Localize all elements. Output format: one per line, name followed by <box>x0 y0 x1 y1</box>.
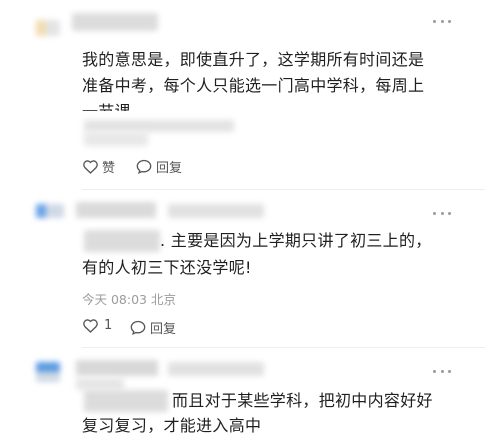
heart-icon <box>83 319 98 333</box>
comment-text: 而且对于某些学科，把初中内容好好 <box>172 388 433 414</box>
badge-redacted <box>168 204 264 218</box>
comment-text: 我的意思是，即使直升了，这学期所有时间还是 准备中考，每个人只能选一门高中学科，… <box>82 47 424 111</box>
divider <box>82 347 485 348</box>
reply-label: 回复 <box>156 161 183 176</box>
comment-icon <box>130 320 146 335</box>
comment-text: . 主要是因为上学期只讲了初三上的， <box>160 228 432 254</box>
like-label: 赞 <box>102 161 116 176</box>
comment-text-line: 复习复习，才能进入高中 <box>82 416 262 435</box>
username-redacted[interactable] <box>76 202 156 218</box>
avatar[interactable] <box>36 362 60 382</box>
like-button[interactable]: 赞 <box>82 157 115 176</box>
mention-redacted <box>84 230 160 252</box>
reply-button[interactable]: 回复 <box>136 157 182 176</box>
comment-icon <box>136 159 152 174</box>
username-redacted[interactable] <box>72 13 158 31</box>
meta-redacted <box>76 378 124 390</box>
comment-text-line: . 主要是因为上学期只讲了初三上的， <box>160 231 432 250</box>
comment-text-line: 我的意思是，即使直升了，这学期所有时间还是 <box>82 50 425 69</box>
reply-label: 回复 <box>150 322 177 337</box>
comment-text-line-2: 复习复习，才能进入高中 <box>82 413 261 439</box>
reply-button[interactable]: 回复 <box>130 318 176 337</box>
comment-text-line: 有的人初三下还没学呢! <box>82 258 252 277</box>
more-icon[interactable] <box>433 18 451 24</box>
divider <box>82 189 485 190</box>
comment-meta: 今天 08:03 北京 <box>82 292 176 307</box>
comment-text-line: 而且对于某些学科，把初中内容好好 <box>172 391 433 410</box>
meta-redacted <box>84 132 148 146</box>
like-button[interactable]: 1 <box>82 318 112 333</box>
avatar[interactable] <box>36 20 60 36</box>
badge-redacted <box>168 362 264 376</box>
username-redacted[interactable] <box>76 360 158 376</box>
like-count: 1 <box>104 318 113 333</box>
comment-text-line: 准备中考，每个人只能选一门高中学科，每周上 <box>82 76 425 95</box>
more-icon[interactable] <box>433 210 451 216</box>
comment-text-line: 一节课 <box>82 99 424 111</box>
comment-text-line-2: 有的人初三下还没学呢! <box>82 255 252 281</box>
more-icon[interactable] <box>433 368 451 374</box>
meta-redacted <box>84 120 234 132</box>
avatar[interactable] <box>36 204 64 218</box>
heart-icon <box>83 160 98 174</box>
mention-redacted <box>84 390 168 412</box>
